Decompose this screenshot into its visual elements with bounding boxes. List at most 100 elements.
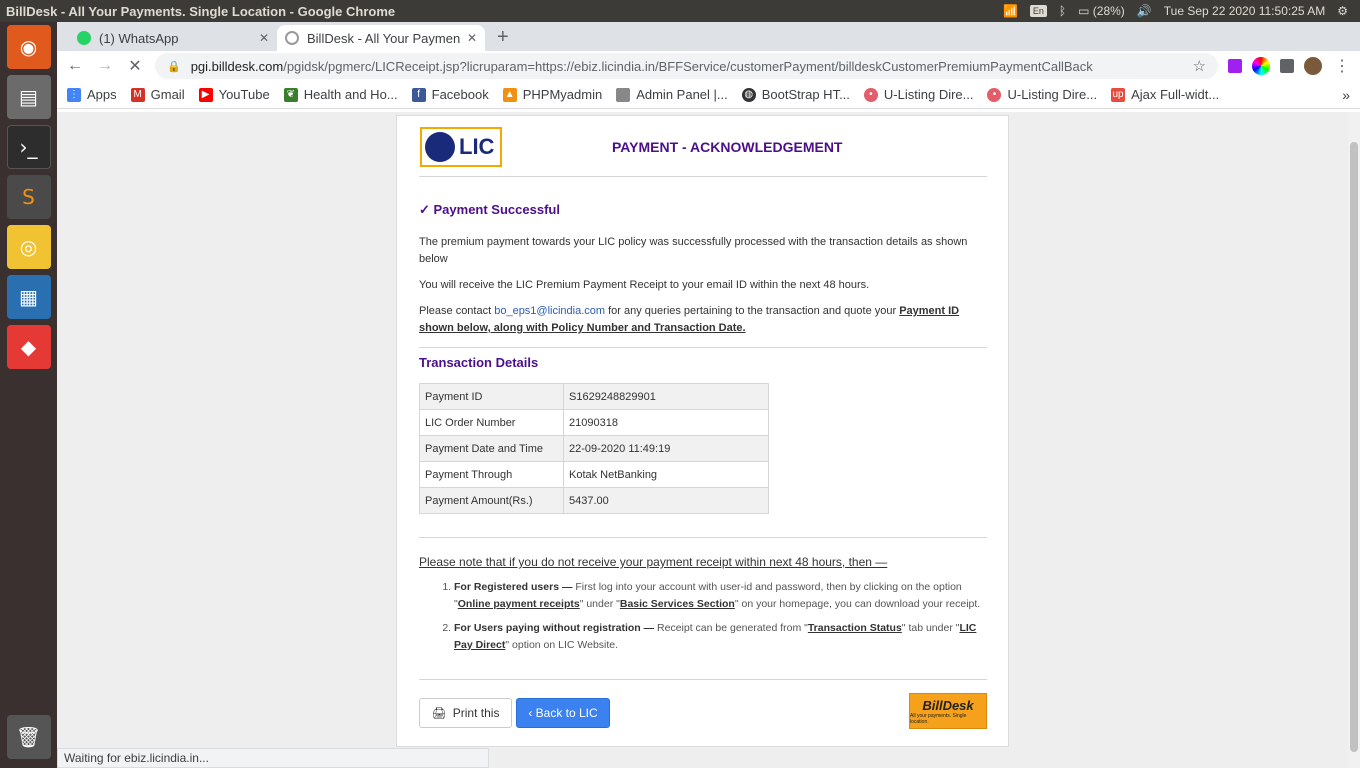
status-bubble: Waiting for ebiz.licindia.in...: [57, 748, 489, 768]
print-label: Print this: [452, 706, 500, 720]
address-bar[interactable]: 🔒 pgi.billdesk.com/pgidsk/pgmerc/LICRece…: [155, 53, 1218, 79]
bookmark-health[interactable]: ❦ Health and Ho...: [283, 87, 398, 102]
divider: [419, 176, 987, 177]
ubuntu-dash-icon[interactable]: ◉: [6, 25, 51, 69]
printer-icon: 🖨: [431, 706, 447, 720]
online-payment-receipts-link[interactable]: Online payment receipts: [458, 598, 580, 610]
bookmark-youtube[interactable]: ▶ YouTube: [198, 87, 270, 102]
bookmark-label: U-Listing Dire...: [883, 87, 974, 102]
bookmark-label: BootStrap HT...: [761, 87, 850, 102]
basic-services-section-link[interactable]: Basic Services Section: [620, 598, 735, 610]
billdesk-logo-text: BillDesk: [922, 697, 974, 713]
receipt-email-note: You will receive the LIC Premium Payment…: [419, 279, 870, 291]
bookmark-label: PHPMyadmin: [522, 87, 603, 102]
bookmark-gmail[interactable]: M Gmail: [130, 87, 185, 102]
location-pin-icon: •: [987, 87, 1002, 102]
menu-kebab-icon[interactable]: ⋮: [1332, 56, 1352, 76]
divider: [419, 347, 987, 348]
power-gear-icon[interactable]: ⚙: [1337, 4, 1348, 18]
bookmark-bootstrap[interactable]: ◍ BootStrap HT...: [741, 87, 850, 102]
contact-note: Please contact bo_eps1@licindia.com for …: [419, 303, 987, 337]
sublime-text-icon[interactable]: S: [6, 175, 51, 219]
print-button[interactable]: 🖨 Print this: [419, 698, 512, 728]
bookmark-ajax[interactable]: up Ajax Full-widt...: [1111, 87, 1219, 102]
bookmark-phpmyadmin[interactable]: ▲ PHPMyadmin: [502, 87, 603, 102]
row-key: Payment ID: [419, 383, 564, 410]
note-heading: For Users paying without registration —: [454, 622, 655, 634]
whatsapp-favicon-icon: [77, 31, 91, 45]
battery-icon: ▭: [1078, 4, 1090, 18]
wifi-icon[interactable]: 📶: [1003, 4, 1018, 18]
back-to-lic-button[interactable]: ‹ Back to LIC: [516, 698, 610, 728]
youtube-icon: ▶: [198, 87, 213, 102]
bookmark-ulisting-1[interactable]: • U-Listing Dire...: [863, 87, 974, 102]
transaction-status-link[interactable]: Transaction Status: [808, 622, 902, 634]
table-row: LIC Order Number 21090318: [419, 409, 769, 436]
success-message: The premium payment towards your LIC pol…: [419, 236, 968, 265]
loading-spinner-icon: [285, 31, 299, 45]
billdesk-logo: BillDesk All your payments. Single locat…: [909, 693, 987, 729]
billdesk-tagline: All your payments. Single location.: [910, 712, 967, 725]
launcher-dock: ◉ ▤ ›_ S ◎ ▦ ◆ 🗑: [0, 22, 57, 768]
forward-arrow-icon[interactable]: →: [95, 57, 115, 75]
row-key: LIC Order Number: [419, 409, 564, 436]
tab-strip: (1) WhatsApp ✕ BillDesk - All Your Payme…: [57, 22, 1360, 51]
globe-icon: ◍: [741, 87, 756, 102]
window-title: BillDesk - All Your Payments. Single Loc…: [6, 3, 396, 19]
more-bookmarks-chevron-icon[interactable]: »: [1342, 87, 1350, 103]
url-host: pgi.billdesk.com: [190, 58, 284, 74]
table-row: Payment Through Kotak NetBanking: [419, 461, 769, 488]
close-icon[interactable]: ✕: [259, 31, 269, 45]
bookmark-star-icon[interactable]: ☆: [1193, 57, 1206, 75]
bookmark-admin-panel[interactable]: Admin Panel |...: [616, 87, 728, 102]
bluetooth-icon[interactable]: ᛒ: [1059, 4, 1066, 18]
lock-icon[interactable]: 🔒: [167, 60, 181, 73]
table-row: Payment ID S1629248829901: [419, 383, 769, 410]
profile-avatar[interactable]: [1304, 57, 1322, 75]
bookmarks-bar: ⋮ Apps M Gmail ▶ YouTube ❦ Health and Ho... …: [57, 81, 1360, 109]
new-tab-icon[interactable]: +: [485, 26, 521, 51]
bookmark-ulisting-2[interactable]: • U-Listing Dire...: [987, 87, 1097, 102]
color-picker-extension-icon[interactable]: [1252, 57, 1270, 75]
bookmark-label: Facebook: [431, 87, 489, 102]
contact-text: for any queries pertaining to the transa…: [605, 305, 900, 317]
stop-loading-icon[interactable]: ✕: [125, 56, 145, 76]
pen-extension-icon[interactable]: [1228, 59, 1242, 73]
clock[interactable]: Tue Sep 22 2020 11:50:25 AM: [1164, 4, 1325, 18]
tab-label: BillDesk - All Your Paymen: [307, 30, 461, 46]
volume-icon[interactable]: 🔊: [1137, 4, 1152, 18]
contact-email-link[interactable]: bo_eps1@licindia.com: [494, 305, 605, 317]
battery-status[interactable]: ▭ (28%): [1078, 4, 1125, 18]
note-heading: For Registered users —: [454, 581, 573, 593]
note-text: " tab under ": [901, 622, 960, 634]
row-value: 5437.00: [563, 487, 769, 514]
files-icon[interactable]: ▤: [6, 75, 51, 119]
list-item: For Users paying without registration — …: [454, 620, 989, 654]
chrome-window: (1) WhatsApp ✕ BillDesk - All Your Payme…: [57, 22, 1360, 768]
anydesk-icon[interactable]: ◆: [6, 325, 51, 369]
tab-billdesk[interactable]: BillDesk - All Your Paymen ✕: [277, 25, 485, 51]
extensions-puzzle-icon[interactable]: [1280, 59, 1294, 73]
location-pin-icon: •: [863, 87, 878, 102]
gmail-icon: M: [130, 87, 145, 102]
libreoffice-impress-icon[interactable]: ▦: [6, 275, 51, 319]
row-value: Kotak NetBanking: [563, 461, 769, 488]
keyboard-layout-indicator[interactable]: En: [1029, 5, 1047, 17]
tab-whatsapp[interactable]: (1) WhatsApp ✕: [69, 25, 277, 51]
bookmark-facebook[interactable]: f Facebook: [411, 87, 489, 102]
back-arrow-icon[interactable]: ←: [65, 57, 85, 75]
bookmark-apps[interactable]: ⋮ Apps: [67, 87, 117, 102]
row-key: Payment Amount(Rs.): [419, 487, 564, 514]
receipt-instructions-list: For Registered users — First log into yo…: [454, 579, 989, 661]
vertical-scrollbar[interactable]: [1348, 112, 1360, 768]
terminal-icon[interactable]: ›_: [6, 125, 51, 169]
chrome-icon[interactable]: ◎: [6, 225, 51, 269]
bookmark-label: Ajax Full-widt...: [1131, 87, 1220, 102]
scrollbar-thumb[interactable]: [1350, 142, 1358, 752]
phpmyadmin-icon: ▲: [502, 87, 517, 102]
close-icon[interactable]: ✕: [467, 31, 477, 45]
receipt-note-heading: Please note that if you do not receive y…: [419, 555, 888, 569]
trash-icon[interactable]: 🗑: [6, 715, 51, 759]
bookmark-label: U-Listing Dire...: [1007, 87, 1098, 102]
upwork-icon: up: [1111, 87, 1126, 102]
